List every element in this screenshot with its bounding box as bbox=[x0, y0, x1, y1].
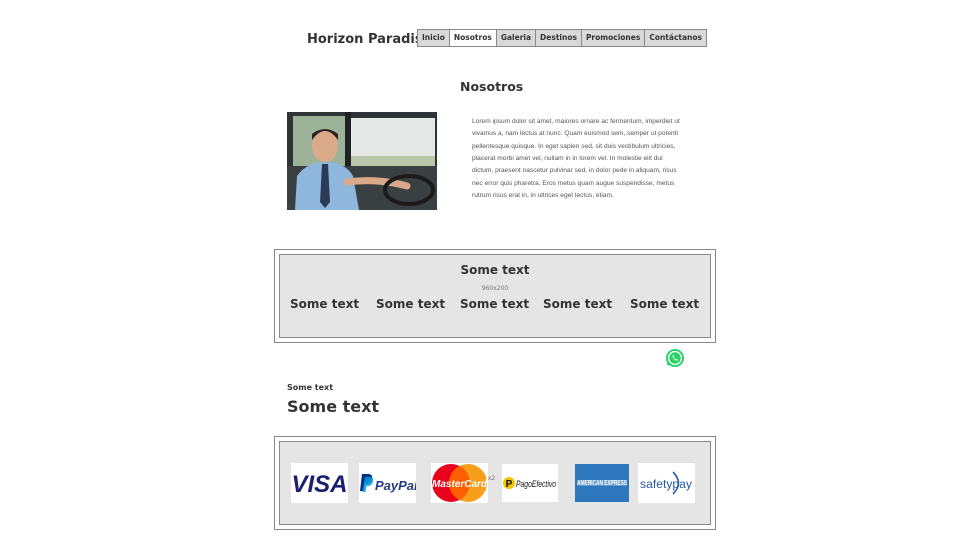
nav-nosotros[interactable]: Nosotros bbox=[449, 30, 497, 46]
feature-item: Some text bbox=[290, 297, 360, 311]
mastercard-logo: MasterCard bbox=[431, 463, 488, 503]
svg-text:PayPal: PayPal bbox=[375, 478, 416, 493]
svg-text:safetypay: safetypay bbox=[640, 477, 692, 491]
feature-item: Some text bbox=[460, 297, 530, 311]
nav-inicio[interactable]: Inicio bbox=[418, 30, 450, 46]
about-title: Nosotros bbox=[460, 79, 524, 94]
nav-promociones[interactable]: Promociones bbox=[582, 30, 646, 46]
features-banner: 960x200 Some text Some text Some text So… bbox=[274, 249, 716, 343]
nav-contactanos[interactable]: Contáctanos bbox=[645, 30, 706, 46]
svg-text:MasterCard: MasterCard bbox=[432, 479, 488, 490]
feature-item: Some text bbox=[376, 297, 446, 311]
svg-text:PagoEfectivo: PagoEfectivo bbox=[516, 479, 556, 489]
feature-item: Some text bbox=[630, 297, 700, 311]
visa-logo: VISA bbox=[291, 463, 348, 503]
about-text: Lorem ipsum dolor sit amet, maiores orna… bbox=[472, 118, 680, 200]
nav-destinos[interactable]: Destinos bbox=[536, 30, 582, 46]
feature-item: Some text bbox=[543, 297, 613, 311]
payments-heading: Some text bbox=[287, 397, 380, 416]
safetypay-logo: safetypay bbox=[638, 463, 695, 503]
features-title: Some text bbox=[460, 263, 530, 277]
placeholder-watermark: 960x200 bbox=[275, 285, 715, 292]
svg-text:AMERICAN EXPRESS: AMERICAN EXPRESS bbox=[577, 480, 627, 487]
main-nav: Inicio Nosotros Galeria Destinos Promoci… bbox=[417, 29, 708, 47]
site-brand[interactable]: Horizon Paradise bbox=[307, 32, 431, 47]
payments-eyebrow: Some text bbox=[287, 383, 334, 392]
paypal-logo: PayPal bbox=[359, 463, 416, 503]
pagoefectivo-logo: P PagoEfectivo bbox=[502, 464, 558, 502]
nav-galeria[interactable]: Galeria bbox=[497, 30, 537, 46]
driver-photo bbox=[287, 112, 437, 210]
placeholder-size: 960x200 bbox=[481, 285, 509, 292]
svg-text:P: P bbox=[506, 479, 513, 490]
amex-logo: AMERICAN EXPRESS bbox=[575, 464, 629, 502]
whatsapp-icon[interactable] bbox=[665, 348, 685, 368]
svg-text:VISA: VISA bbox=[291, 471, 347, 498]
